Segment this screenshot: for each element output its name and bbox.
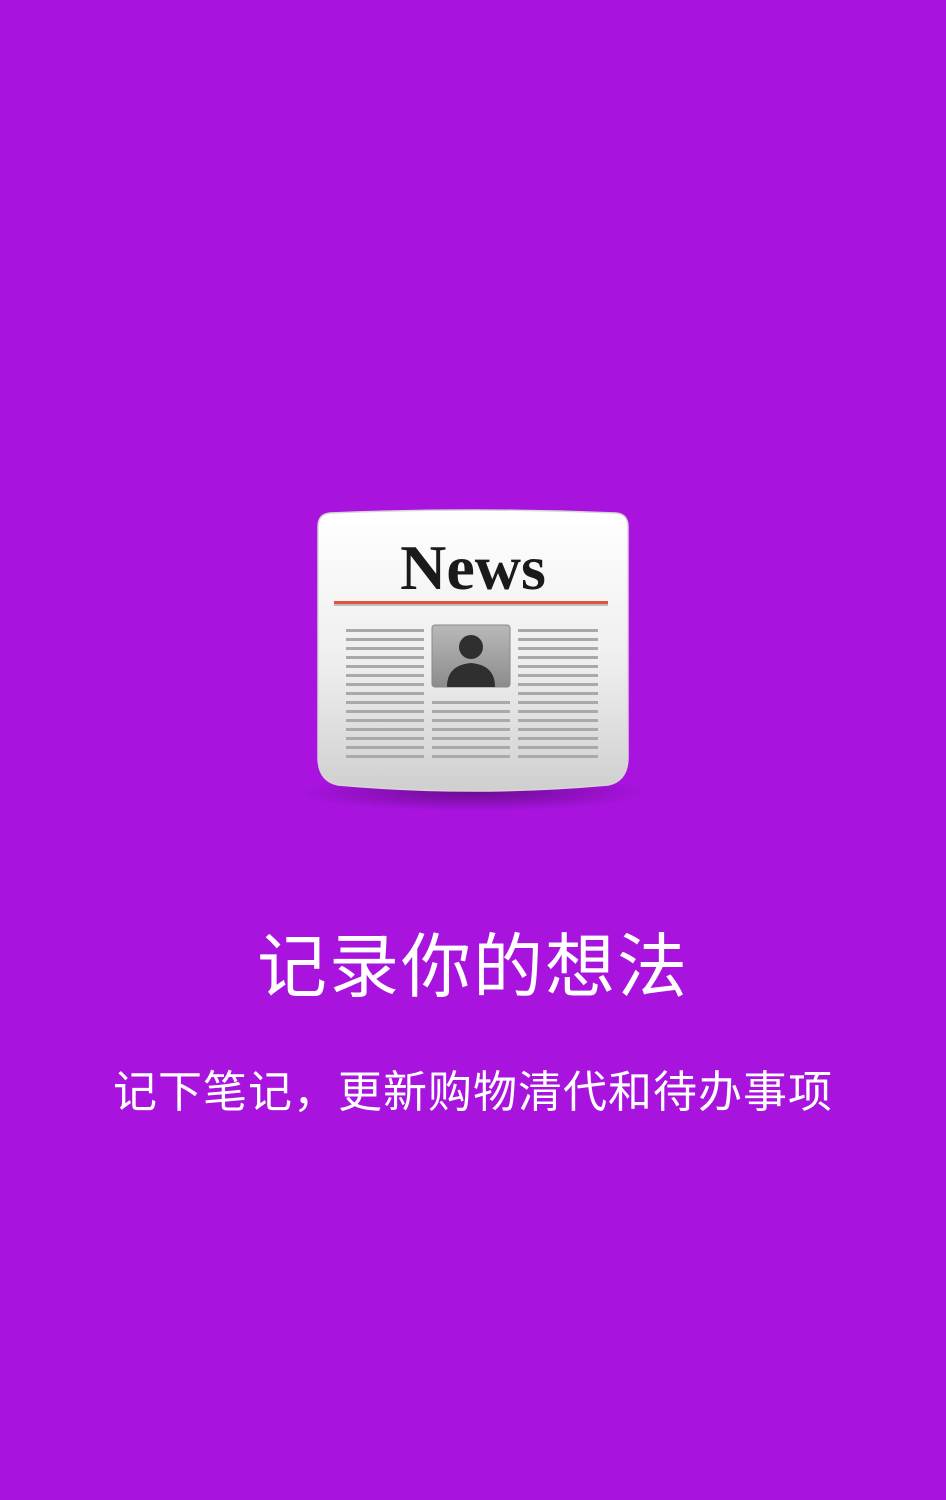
- onboarding-title: 记录你的想法: [257, 926, 689, 1008]
- newspaper-masthead: News: [400, 532, 546, 603]
- newspaper-icon: News: [290, 505, 656, 815]
- splash-screen: News 记录你的想法 记下笔记，更新购物清代和待办事项: [0, 0, 946, 1500]
- onboarding-subtitle: 记下笔记，更新购物清代和待办事项: [113, 1067, 833, 1118]
